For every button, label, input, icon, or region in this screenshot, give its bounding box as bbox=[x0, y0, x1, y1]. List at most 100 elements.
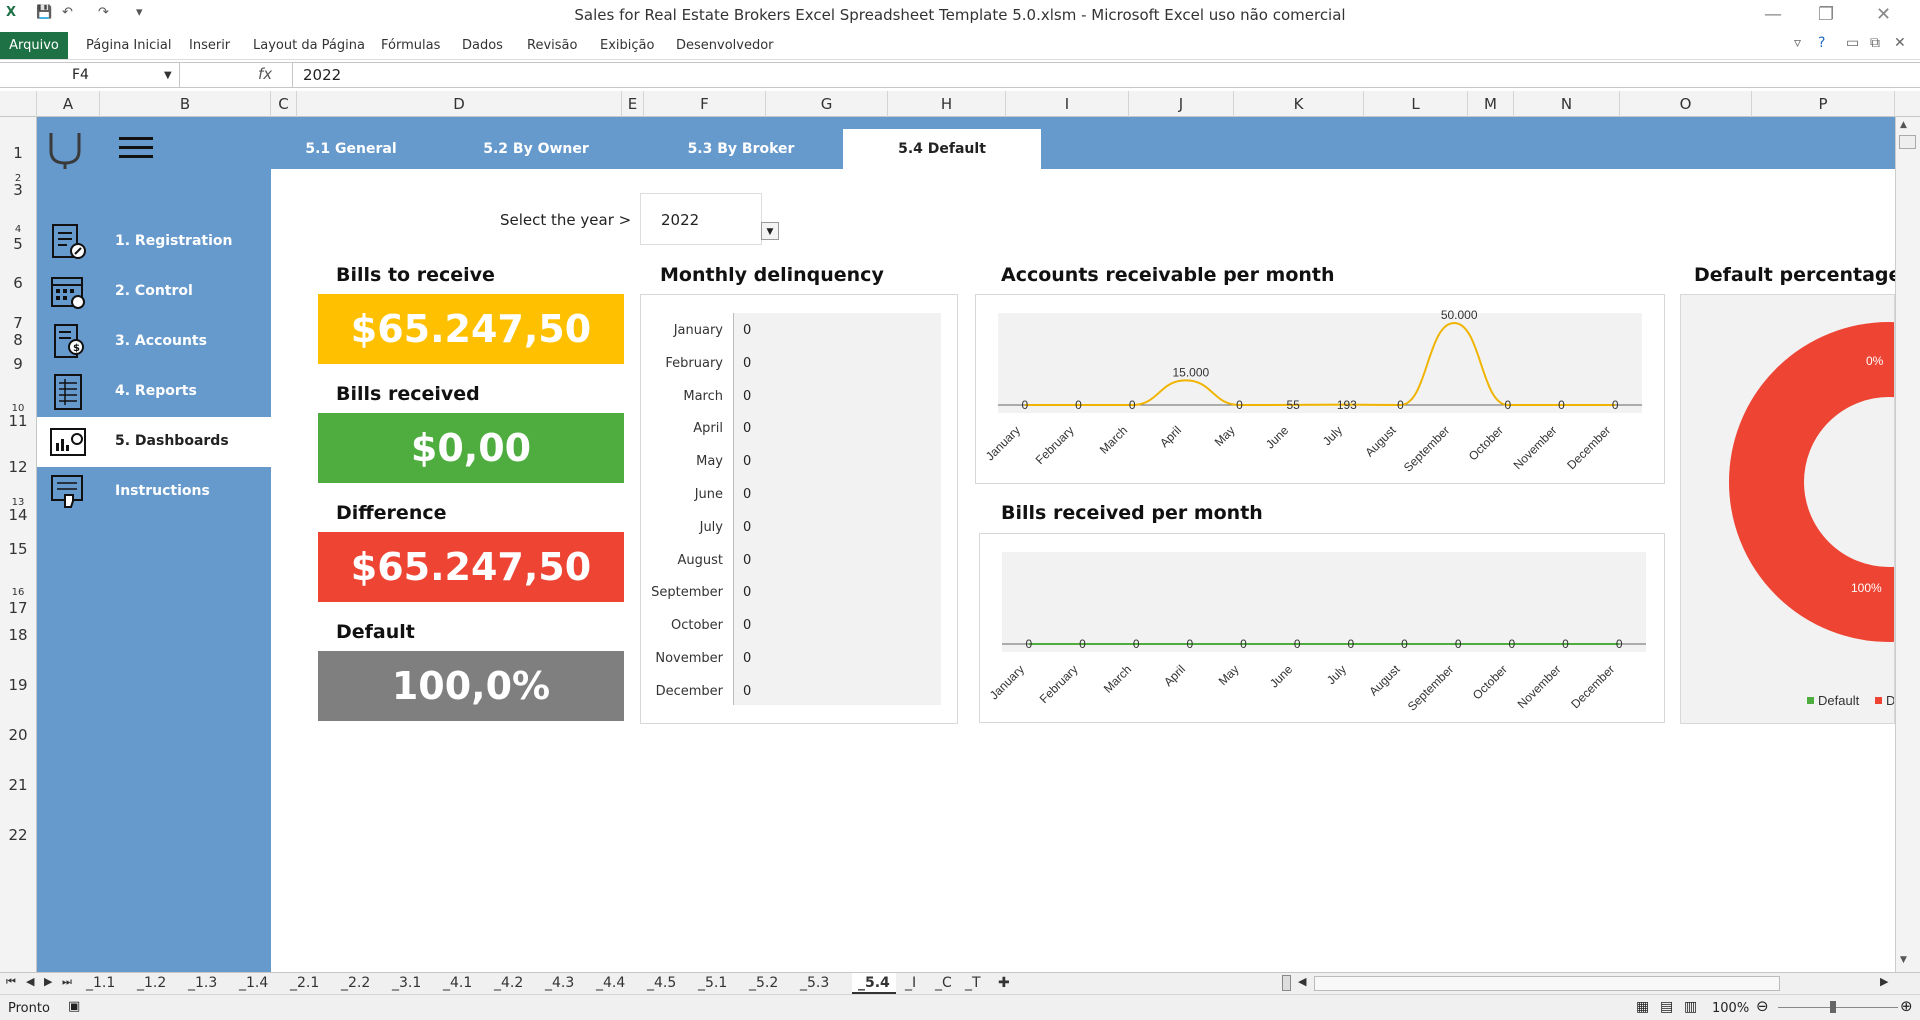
column-header-h[interactable]: H bbox=[888, 91, 1006, 117]
new-sheet-icon[interactable]: ✚ bbox=[998, 975, 1010, 991]
column-header-f[interactable]: F bbox=[644, 91, 766, 117]
sheet-tab[interactable]: _1.2 bbox=[137, 975, 166, 991]
mini-minimize-icon[interactable]: ▭ bbox=[1846, 35, 1859, 51]
column-header-g[interactable]: G bbox=[766, 91, 888, 117]
zoom-slider-thumb[interactable] bbox=[1830, 1001, 1836, 1013]
sheet-tab[interactable]: _5.3 bbox=[800, 975, 829, 991]
row-header-19[interactable]: 19 bbox=[0, 676, 36, 694]
page-break-view-icon[interactable]: ▥ bbox=[1684, 999, 1697, 1015]
sheet-tab[interactable]: _5.2 bbox=[749, 975, 778, 991]
row-header-1[interactable]: 1 bbox=[0, 144, 36, 162]
menu-page-layout[interactable]: Layout da Página bbox=[253, 38, 365, 53]
sheet-tab[interactable]: _T bbox=[965, 975, 981, 991]
sheet-tab[interactable]: _1.1 bbox=[86, 975, 115, 991]
scroll-thumb[interactable] bbox=[1899, 135, 1916, 149]
select-all-corner[interactable] bbox=[0, 91, 37, 117]
sidebar-item-accounts[interactable]: $ 3. Accounts bbox=[37, 317, 271, 367]
sheet-tab[interactable]: _4.1 bbox=[443, 975, 472, 991]
sheet-nav-next-icon[interactable]: ▶ bbox=[44, 975, 52, 988]
sheet-nav-first-icon[interactable]: ⏮ bbox=[6, 975, 16, 989]
row-header-16[interactable]: 16 bbox=[0, 587, 36, 598]
column-header-d[interactable]: D bbox=[297, 91, 622, 117]
insert-function-icon[interactable]: fx bbox=[258, 65, 272, 83]
row-header-9[interactable]: 9 bbox=[0, 355, 36, 373]
formula-input[interactable]: 2022 bbox=[292, 63, 1902, 87]
row-header-4[interactable]: 4 bbox=[0, 224, 36, 235]
close-icon[interactable]: ✕ bbox=[1876, 4, 1891, 25]
sheet-tab[interactable]: _2.2 bbox=[341, 975, 370, 991]
page-layout-view-icon[interactable]: ▤ bbox=[1660, 999, 1673, 1015]
scroll-up-icon[interactable]: ▲ bbox=[1900, 120, 1907, 130]
sidebar-item-instructions[interactable]: Instructions bbox=[37, 467, 271, 517]
horizontal-scroll-thumb[interactable] bbox=[1314, 976, 1780, 991]
restore-icon[interactable]: ❐ bbox=[1818, 4, 1834, 25]
zoom-out-icon[interactable]: ⊖ bbox=[1756, 997, 1769, 1015]
row-header-20[interactable]: 20 bbox=[0, 726, 36, 744]
menu-insert[interactable]: Inserir bbox=[189, 38, 230, 53]
hamburger-menu-icon[interactable] bbox=[119, 137, 153, 159]
year-select[interactable]: 2022 bbox=[640, 193, 762, 245]
tab-default[interactable]: 5.4 Default bbox=[843, 129, 1041, 169]
sheet-tab[interactable]: _4.3 bbox=[545, 975, 574, 991]
column-header-e[interactable]: E bbox=[622, 91, 644, 117]
sheet-tab[interactable]: _4.4 bbox=[596, 975, 625, 991]
row-header-18[interactable]: 18 bbox=[0, 626, 36, 644]
sheet-tab[interactable]: _I bbox=[905, 975, 916, 991]
sheet-tab[interactable]: _1.4 bbox=[239, 975, 268, 991]
sheet-tab[interactable]: _4.5 bbox=[647, 975, 676, 991]
sheet-nav-prev-icon[interactable]: ◀ bbox=[26, 975, 34, 988]
mini-restore-icon[interactable]: ⧉ bbox=[1870, 35, 1880, 51]
row-header-11[interactable]: 11 bbox=[0, 412, 36, 430]
row-header-8[interactable]: 8 bbox=[0, 331, 36, 349]
row-header-22[interactable]: 22 bbox=[0, 826, 36, 844]
menu-data[interactable]: Dados bbox=[462, 38, 503, 53]
zoom-slider[interactable] bbox=[1778, 1007, 1898, 1008]
year-dropdown-icon[interactable]: ▼ bbox=[761, 222, 779, 240]
column-header-j[interactable]: J bbox=[1129, 91, 1234, 117]
name-box[interactable]: F4 bbox=[0, 63, 180, 87]
menu-review[interactable]: Revisão bbox=[527, 38, 577, 53]
row-header-5[interactable]: 5 bbox=[0, 235, 36, 253]
row-header-12[interactable]: 12 bbox=[0, 458, 36, 476]
sheet-tab[interactable]: _3.1 bbox=[392, 975, 421, 991]
sidebar-item-control[interactable]: 2. Control bbox=[37, 267, 271, 317]
sheet-tab[interactable]: _4.2 bbox=[494, 975, 523, 991]
menu-formulas[interactable]: Fórmulas bbox=[381, 38, 440, 53]
sidebar-item-reports[interactable]: 4. Reports bbox=[37, 367, 271, 417]
row-header-6[interactable]: 6 bbox=[0, 274, 36, 292]
macro-record-icon[interactable]: ▣ bbox=[68, 999, 80, 1014]
sheet-tab[interactable]: _1.3 bbox=[188, 975, 217, 991]
column-header-l[interactable]: L bbox=[1364, 91, 1468, 117]
ribbon-collapse-icon[interactable]: ▿ bbox=[1794, 35, 1801, 51]
zoom-level[interactable]: 100% bbox=[1712, 1001, 1749, 1016]
sheet-tab[interactable]: _5.4 bbox=[852, 973, 896, 994]
row-header-3[interactable]: 3 bbox=[0, 181, 36, 199]
column-header-p[interactable]: P bbox=[1752, 91, 1895, 117]
normal-view-icon[interactable]: ▦ bbox=[1636, 999, 1649, 1015]
file-menu[interactable]: Arquivo bbox=[0, 32, 68, 59]
menu-developer[interactable]: Desenvolvedor bbox=[676, 38, 774, 53]
row-header-21[interactable]: 21 bbox=[0, 776, 36, 794]
sidebar-item-dashboards[interactable]: 5. Dashboards bbox=[37, 417, 271, 467]
menu-home[interactable]: Página Inicial bbox=[86, 38, 171, 53]
sheet-tab[interactable]: _2.1 bbox=[290, 975, 319, 991]
tab-by-broker[interactable]: 5.3 By Broker bbox=[651, 129, 831, 169]
minimize-icon[interactable]: — bbox=[1764, 4, 1782, 25]
sheet-tab[interactable]: _C bbox=[935, 975, 952, 991]
column-header-k[interactable]: K bbox=[1234, 91, 1364, 117]
column-header-b[interactable]: B bbox=[100, 91, 271, 117]
hscroll-left-icon[interactable]: ◀ bbox=[1298, 975, 1306, 988]
scroll-down-icon[interactable]: ▼ bbox=[1900, 955, 1907, 965]
row-header-17[interactable]: 17 bbox=[0, 599, 36, 617]
column-header-a[interactable]: A bbox=[37, 91, 100, 117]
help-icon[interactable]: ? bbox=[1818, 35, 1825, 51]
menu-view[interactable]: Exibição bbox=[600, 38, 654, 53]
name-box-dropdown-icon[interactable]: ▼ bbox=[164, 64, 172, 88]
mini-close-icon[interactable]: ✕ bbox=[1894, 35, 1906, 51]
sheet-nav-last-icon[interactable]: ⏭ bbox=[62, 975, 72, 989]
row-header-14[interactable]: 14 bbox=[0, 506, 36, 524]
row-header-15[interactable]: 15 bbox=[0, 540, 36, 558]
column-header-n[interactable]: N bbox=[1514, 91, 1620, 117]
vertical-scrollbar[interactable]: ▲ ▼ bbox=[1895, 117, 1920, 972]
sidebar-item-registration[interactable]: 1. Registration bbox=[37, 217, 271, 267]
